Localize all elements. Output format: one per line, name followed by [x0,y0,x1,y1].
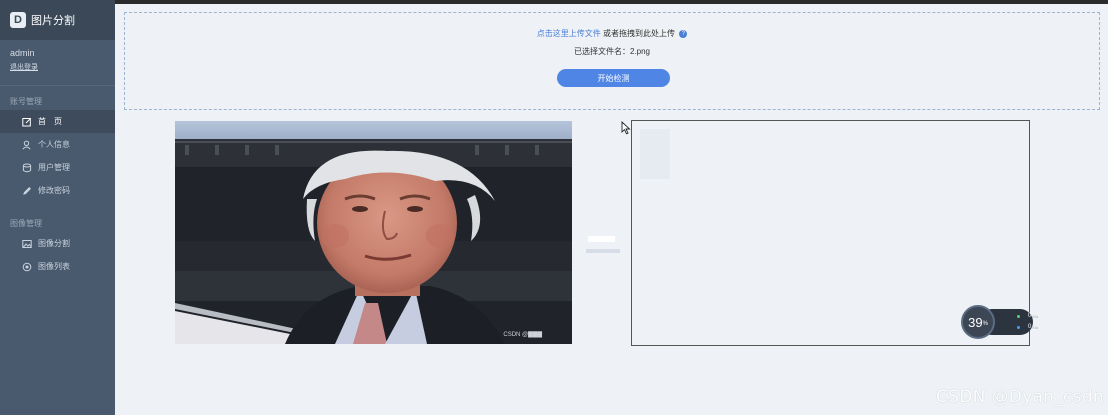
section-title-account: 账号管理 [10,97,42,106]
sidebar-item-label: 修改密码 [38,186,70,195]
brand-logo-icon: D [10,12,26,28]
sidebar-item-label: 图像分割 [38,239,70,248]
sidebar-item-label: 首 页 [38,117,62,126]
user-panel: admin 退出登录 [0,40,115,86]
user-icon [22,140,32,150]
arrow-caption [586,249,620,253]
sidebar-item-users[interactable]: 用户管理 [0,156,115,179]
brand-title: 图片分割 [31,15,75,27]
upload-link[interactable]: 点击这里上传文件 [537,29,601,38]
portrait-photo [175,121,572,344]
upload-dot-icon [1017,314,1020,318]
user-name: admin [10,48,35,58]
upload-instructions: 点击这里上传文件 或者拖拽到此处上传 ? [125,28,1099,39]
download-dot-icon [1017,325,1020,329]
mouse-cursor-icon [621,121,631,135]
network-speed-widget[interactable]: 0 K/s 0 K/s 39 % [961,305,1038,339]
database-icon [22,163,32,173]
photo-watermark: CSDN @▇▇▇ [503,332,542,338]
logout-link[interactable]: 退出登录 [10,62,105,72]
pen-icon [22,186,32,196]
download-speed: 0 K/s [1017,324,1038,330]
target-icon [22,262,32,272]
image-icon [22,239,32,249]
source-image: CSDN @▇▇▇ [175,121,572,344]
selected-file-name: 已选择文件名：2.png [573,47,651,56]
top-bar [115,0,1108,4]
sidebar-item-segmentation[interactable]: 图像分割 [0,232,115,255]
brand[interactable]: D 图片分割 [0,0,115,40]
sidebar-item-label: 个人信息 [38,140,70,149]
upload-drop-zone[interactable]: 点击这里上传文件 或者拖拽到此处上传 ? 已选择文件名：2.png 开始检测 [124,12,1100,110]
sidebar: D 图片分割 admin 退出登录 账号管理 首 页 个人信息 用户管理 修改密… [0,0,115,415]
result-placeholder [640,129,670,179]
sidebar-item-image-list[interactable]: 图像列表 [0,255,115,278]
usage-percent: 39 [968,314,983,330]
drag-hint: 或者拖拽到此处上传 [603,29,675,38]
arrow-indicator [588,236,615,242]
sidebar-item-profile[interactable]: 个人信息 [0,133,115,156]
start-detection-button[interactable]: 开始检测 [557,69,670,87]
sidebar-item-label: 图像列表 [38,262,70,271]
cpu-usage-circle: 39 % [961,305,995,339]
sidebar-item-label: 用户管理 [38,163,70,172]
sidebar-item-home[interactable]: 首 页 [0,110,115,133]
edit-icon [22,117,32,127]
csdn-watermark: CSDN @Dyan_csdn [936,387,1104,407]
sidebar-item-password[interactable]: 修改密码 [0,179,115,202]
section-title-image: 图像管理 [10,219,42,228]
upload-speed: 0 K/s [1017,313,1038,319]
help-icon[interactable]: ? [679,29,688,38]
